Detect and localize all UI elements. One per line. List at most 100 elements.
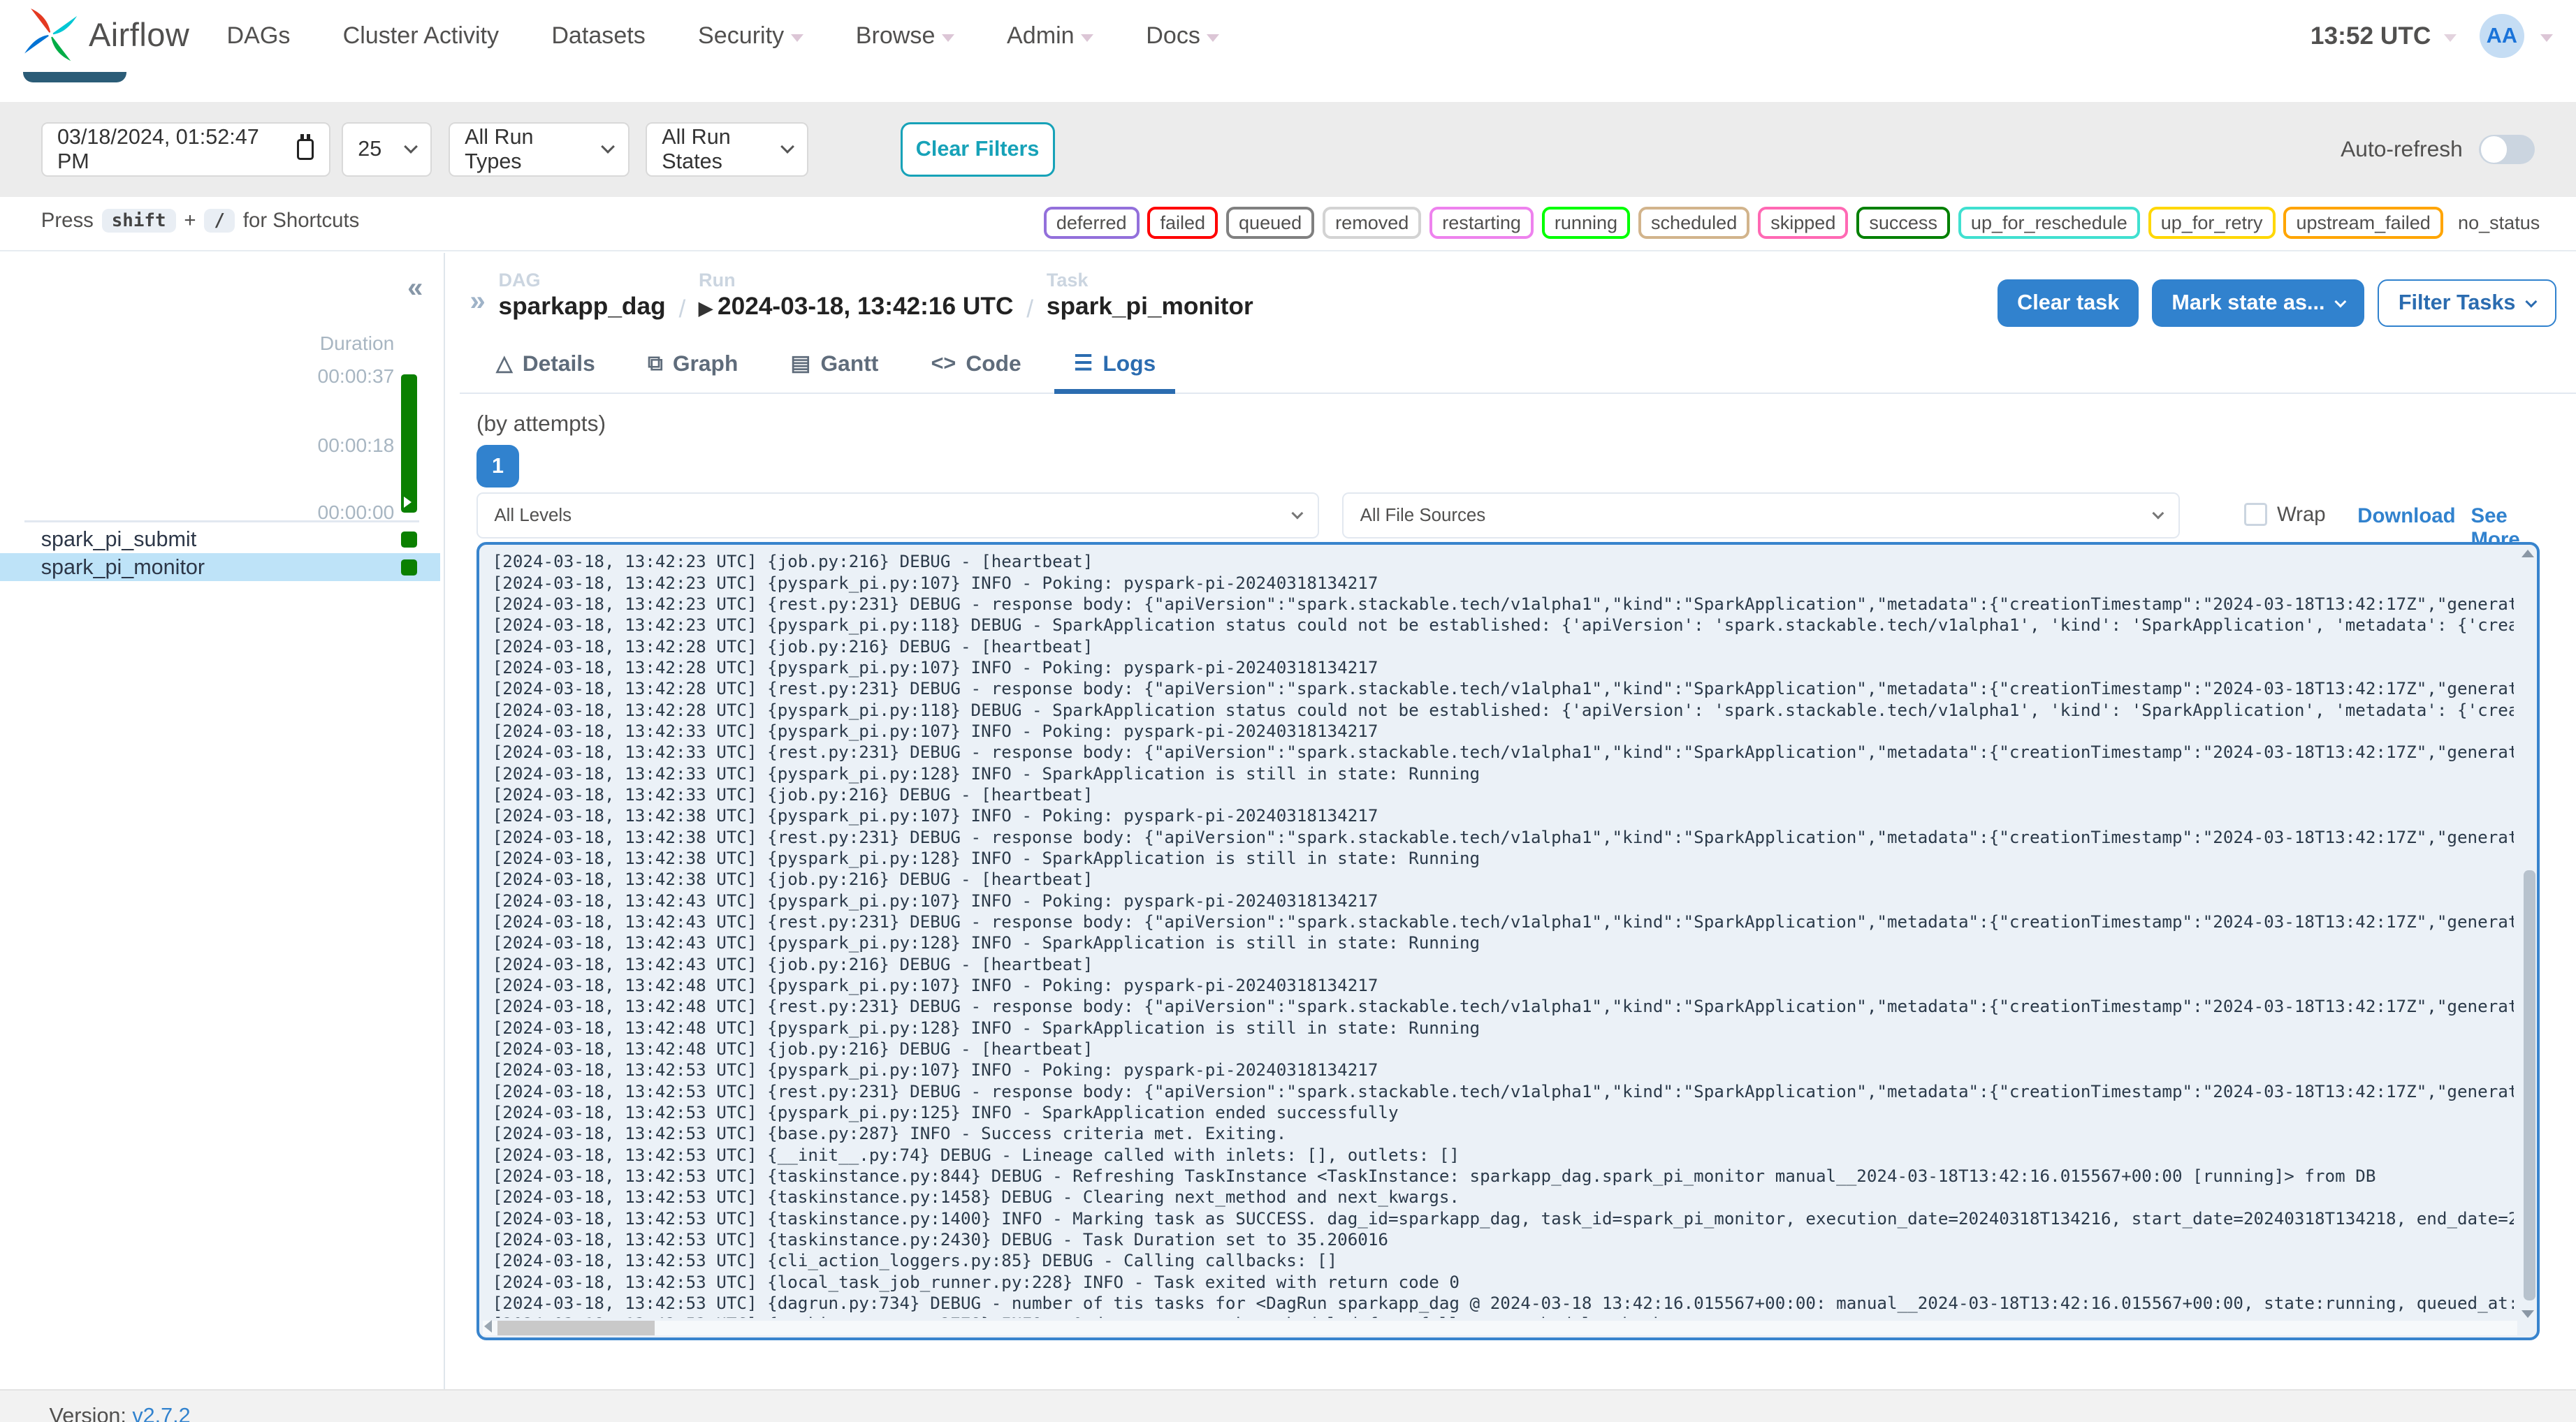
nav-item[interactable]: Cluster Activity	[343, 22, 499, 50]
calendar-icon[interactable]	[296, 134, 314, 161]
nav-item[interactable]: Datasets	[551, 22, 645, 50]
log-line: [2024-03-18, 13:42:38 UTC] {pyspark_pi.p…	[492, 848, 1480, 868]
nav-item[interactable]: Browse	[856, 22, 954, 50]
task-row[interactable]: spark_pi_submit	[0, 525, 440, 553]
state-badge[interactable]: success	[1856, 207, 1951, 239]
kbd-slash: /	[204, 208, 235, 233]
run-states-select[interactable]: All Run States	[646, 122, 808, 177]
log-line: [2024-03-18, 13:42:53 UTC] {taskinstance…	[492, 1208, 2515, 1229]
log-line: [2024-03-18, 13:42:23 UTC] {rest.py:231}…	[492, 594, 2515, 614]
panel-divider[interactable]	[443, 253, 446, 1422]
log-line: [2024-03-18, 13:42:53 UTC] {taskinstance…	[492, 1187, 1460, 1208]
breadcrumb-run[interactable]: Run ▶ 2024-03-18, 13:42:16 UTC	[699, 270, 1013, 324]
state-badge[interactable]: skipped	[1758, 207, 1849, 239]
shortcut-hint: Press shift + / for Shortcuts	[41, 208, 360, 233]
breadcrumb: » DAG sparkapp_dag / Run ▶ 2024-03-18, 13…	[470, 269, 1253, 324]
clear-filters-button[interactable]: Clear Filters	[900, 122, 1055, 177]
no-status-label[interactable]: no_status	[2458, 212, 2540, 234]
duration-tick: 00:00:18	[317, 433, 395, 456]
scroll-up-arrow-icon[interactable]	[2521, 550, 2534, 557]
chevron-down-icon	[2334, 295, 2347, 307]
state-badge[interactable]: scheduled	[1638, 207, 1750, 239]
log-line: [2024-03-18, 13:42:48 UTC] {pyspark_pi.p…	[492, 975, 1378, 995]
state-legend: deferred failed queued removed restartin…	[1043, 207, 2540, 239]
breadcrumb-dag[interactable]: DAG sparkapp_dag	[499, 270, 666, 324]
mark-state-button[interactable]: Mark state as...	[2152, 279, 2364, 327]
state-badge[interactable]: failed	[1147, 207, 1218, 239]
breadcrumb-arrows-icon[interactable]: »	[470, 286, 485, 323]
airflow-brand[interactable]: Airflow	[20, 3, 189, 66]
by-attempts-label: (by attempts)	[476, 410, 606, 436]
toggle-knob	[2480, 136, 2508, 163]
duration-tick: 00:00:37	[317, 365, 395, 387]
horizontal-scrollbar-track[interactable]	[482, 1319, 2518, 1336]
airflow-app: Airflow DAGs Cluster Activity Datasets S…	[0, 0, 2576, 1422]
state-badge[interactable]: up_for_retry	[2148, 207, 2276, 239]
horizontal-scrollbar[interactable]	[497, 1321, 655, 1336]
log-line: [2024-03-18, 13:42:23 UTC] {job.py:216} …	[492, 552, 1093, 572]
state-badge[interactable]: up_for_reschedule	[1958, 207, 2140, 239]
collapse-sidebar-icon[interactable]: «	[407, 272, 423, 304]
clock-menu[interactable]: 13:52 UTC	[2311, 22, 2457, 50]
tab[interactable]: △ Details	[476, 338, 615, 394]
task-detail-panel: » DAG sparkapp_dag / Run ▶ 2024-03-18, 13…	[460, 253, 2576, 1390]
task-list: spark_pi_submit spark_pi_monitor	[0, 525, 441, 582]
chevron-down-icon	[941, 34, 954, 42]
wrap-checkbox[interactable]	[2243, 503, 2267, 526]
scroll-left-arrow-icon[interactable]	[484, 1319, 492, 1333]
filter-tasks-button[interactable]: Filter Tasks	[2377, 279, 2556, 327]
nav-item[interactable]: DAGs	[226, 22, 290, 50]
download-link[interactable]: Download	[2357, 504, 2455, 528]
tab-icon: <>	[931, 351, 956, 376]
log-levels-select[interactable]: All Levels	[476, 492, 1320, 539]
log-line: [2024-03-18, 13:42:53 UTC] {__init__.py:…	[492, 1145, 1460, 1165]
clear-task-button[interactable]: Clear task	[1997, 279, 2139, 327]
auto-refresh-toggle[interactable]	[2479, 134, 2535, 165]
tab[interactable]: ▤ Gantt	[771, 338, 898, 394]
run-types-select[interactable]: All Run Types	[448, 122, 630, 177]
state-badge[interactable]: upstream_failed	[2283, 207, 2443, 239]
nav-item[interactable]: Admin	[1007, 22, 1094, 50]
log-line: [2024-03-18, 13:42:53 UTC] {local_task_j…	[492, 1272, 1460, 1292]
log-line: [2024-03-18, 13:42:23 UTC] {pyspark_pi.p…	[492, 615, 2515, 636]
tab[interactable]: <> Code	[911, 338, 1041, 394]
state-badge[interactable]: removed	[1323, 207, 1422, 239]
wrap-label: Wrap	[2276, 502, 2326, 526]
log-line: [2024-03-18, 13:42:53 UTC] {dagrun.py:73…	[492, 1293, 2515, 1313]
state-badge[interactable]: queued	[1225, 207, 1315, 239]
nav-item[interactable]: Docs	[1146, 22, 1220, 50]
avatar[interactable]: AA	[2480, 13, 2524, 59]
chevron-down-icon	[2152, 507, 2164, 520]
page-size-select[interactable]: 25	[342, 122, 432, 177]
tab[interactable]: ⧉ Graph	[628, 338, 758, 394]
date-filter-input[interactable]: 03/18/2024, 01:52:47 PM	[41, 122, 330, 177]
state-badge[interactable]: deferred	[1043, 207, 1140, 239]
log-line: [2024-03-18, 13:42:48 UTC] {job.py:216} …	[492, 1039, 1093, 1059]
log-line: [2024-03-18, 13:42:48 UTC] {rest.py:231}…	[492, 997, 2515, 1017]
log-viewer[interactable]: [2024-03-18, 13:42:23 UTC] {job.py:216} …	[476, 541, 2540, 1340]
tab[interactable]: ☰ Logs	[1054, 338, 1176, 395]
task-status-square[interactable]	[400, 559, 418, 576]
auto-refresh-control: Auto-refresh	[2341, 134, 2535, 165]
attempt-1-button[interactable]: 1	[476, 445, 520, 488]
log-line: [2024-03-18, 13:42:43 UTC] {pyspark_pi.p…	[492, 933, 1480, 953]
user-menu[interactable]: AA	[2480, 13, 2554, 59]
chevron-down-icon	[1081, 34, 1094, 42]
auto-refresh-label: Auto-refresh	[2341, 136, 2463, 162]
vertical-scrollbar[interactable]	[2524, 870, 2535, 1300]
log-controls: All Levels All File Sources Wrap Downloa…	[476, 492, 2560, 551]
log-line: [2024-03-18, 13:42:38 UTC] {rest.py:231}…	[492, 827, 2515, 847]
scroll-down-arrow-icon[interactable]	[2521, 1310, 2534, 1318]
log-lines: [2024-03-18, 13:42:23 UTC] {job.py:216} …	[493, 551, 2515, 1317]
run-duration-bar[interactable]	[400, 374, 418, 513]
task-row[interactable]: spark_pi_monitor	[0, 553, 441, 582]
file-sources-select[interactable]: All File Sources	[1342, 492, 2181, 539]
state-badge[interactable]: restarting	[1429, 207, 1534, 239]
legend-bar: Press shift + / for Shortcuts deferred f…	[0, 197, 2576, 251]
task-status-square[interactable]	[400, 531, 418, 548]
nav-item[interactable]: Security	[698, 22, 803, 50]
version-link[interactable]: v2.7.2	[132, 1404, 190, 1422]
chevron-down-icon	[404, 140, 419, 154]
state-badge[interactable]: running	[1541, 207, 1631, 239]
breadcrumb-task[interactable]: Task spark_pi_monitor	[1047, 270, 1253, 324]
